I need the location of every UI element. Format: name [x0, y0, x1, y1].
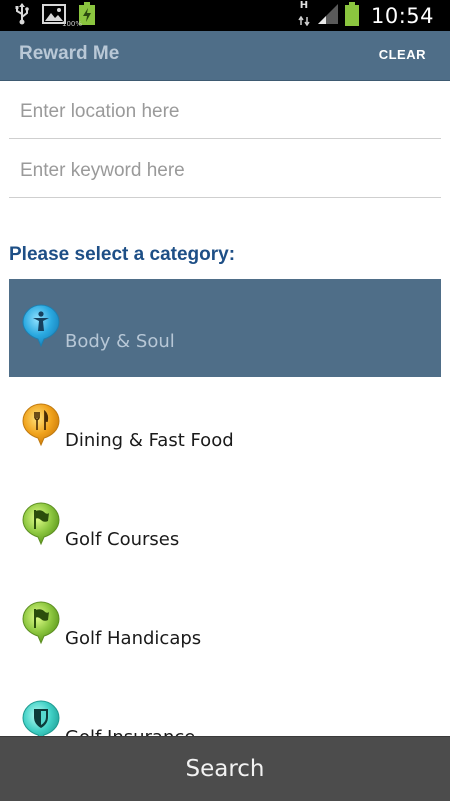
category-item-golf-handicaps[interactable]: Golf Handicaps — [9, 576, 441, 674]
network-arrows-icon: H — [297, 1, 311, 30]
category-item-golf-courses[interactable]: Golf Courses — [9, 477, 441, 575]
golf-flag-pin-icon — [22, 601, 60, 645]
category-label: Golf Handicaps — [65, 628, 202, 649]
action-bar: Reward Me CLEAR — [0, 31, 450, 81]
status-bar: 100% H 10:54 — [0, 0, 450, 31]
status-left-icons — [14, 2, 96, 29]
status-right-icons: H 10:54 — [297, 0, 434, 31]
category-item-body-soul[interactable]: Body & Soul — [9, 279, 441, 377]
golf-flag-pin-icon — [22, 502, 60, 546]
search-button[interactable]: Search — [0, 736, 450, 801]
location-input[interactable] — [9, 86, 441, 138]
category-label: Golf Courses — [65, 529, 180, 550]
category-item-dining[interactable]: Dining & Fast Food — [9, 378, 441, 476]
person-pin-icon — [22, 304, 60, 348]
category-label: Dining & Fast Food — [65, 430, 234, 451]
keyword-field — [9, 145, 441, 198]
usb-icon — [14, 3, 30, 29]
signal-icon — [317, 3, 339, 29]
category-list: Body & Soul Dining & Fast Food Golf Cour… — [9, 279, 441, 774]
battery-percent-text: 100% — [62, 20, 83, 28]
battery-icon — [344, 1, 359, 30]
keyword-input[interactable] — [9, 145, 441, 197]
status-clock: 10:54 — [370, 3, 434, 28]
location-field — [9, 86, 441, 139]
clear-button[interactable]: CLEAR — [379, 47, 426, 62]
network-type-label: H — [299, 0, 309, 11]
category-label: Body & Soul — [65, 331, 175, 352]
app-title: Reward Me — [19, 43, 120, 64]
cutlery-pin-icon — [22, 403, 60, 447]
category-heading: Please select a category: — [9, 244, 236, 265]
